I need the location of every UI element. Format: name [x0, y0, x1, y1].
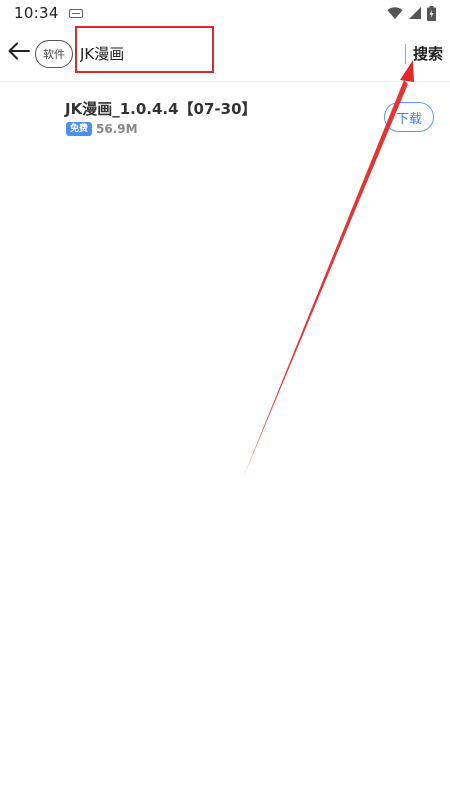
- wifi-icon: [387, 6, 403, 19]
- category-label: 软件: [43, 48, 65, 61]
- file-size: 56.9M: [96, 122, 138, 136]
- arrow-left-icon: [8, 42, 30, 60]
- result-meta: 免费 56.9M: [66, 122, 138, 136]
- free-badge: 免费: [66, 122, 93, 136]
- header-divider: [405, 44, 406, 64]
- keyboard-icon: [68, 8, 83, 18]
- search-input[interactable]: [78, 38, 210, 68]
- category-selector[interactable]: 软件: [35, 40, 73, 68]
- back-button[interactable]: [6, 38, 32, 64]
- status-right: [387, 5, 436, 21]
- list-item[interactable]: JK漫画_1.0.4.4【07-30】 免费 56.9M 下载: [0, 90, 450, 150]
- search-button[interactable]: 搜索: [410, 40, 446, 66]
- status-time: 10:34: [14, 4, 59, 22]
- app-screen: 10:34 软件 搜索: [0, 0, 450, 800]
- status-bar: 10:34: [0, 0, 450, 26]
- battery-icon: [427, 5, 436, 21]
- signal-icon: [409, 6, 421, 19]
- result-title: JK漫画_1.0.4.4【07-30】: [65, 100, 257, 118]
- search-header: 软件 搜索: [0, 26, 450, 82]
- download-button[interactable]: 下载: [384, 102, 434, 132]
- status-left: 10:34: [14, 4, 83, 22]
